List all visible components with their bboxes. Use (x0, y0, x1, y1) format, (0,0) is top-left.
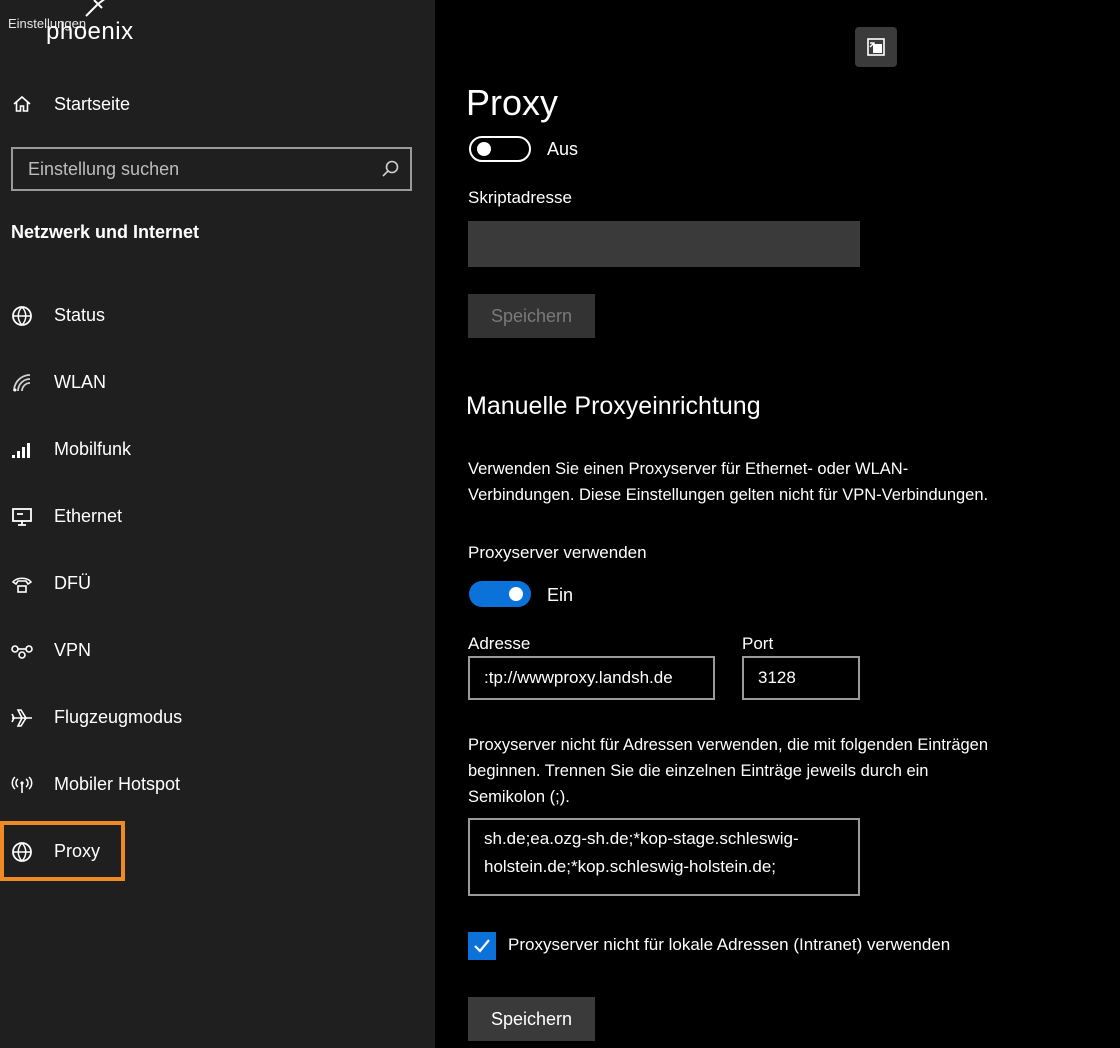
globe-status-icon (9, 303, 35, 329)
highlight-box (0, 821, 125, 881)
exceptions-description: Proxyserver nicht für Adressen verwenden… (468, 732, 988, 810)
window-restore-icon (867, 38, 885, 56)
save-script-button[interactable]: Speichern (468, 294, 595, 338)
sidebar-item-label: DFÜ (54, 573, 91, 593)
dialup-phone-icon (9, 571, 35, 597)
cellular-signal-icon (9, 437, 35, 463)
script-address-label: Skriptadresse (468, 188, 572, 207)
local-addresses-label: Proxyserver nicht für lokale Adressen (I… (508, 935, 951, 954)
sidebar-item-label: Ethernet (54, 506, 123, 526)
description-line: Verwenden Sie einen Proxyserver für Ethe… (468, 460, 909, 478)
sidebar-item-proxy[interactable]: Proxy (0, 818, 435, 885)
use-proxy-label: Proxyserver verwenden (468, 543, 647, 562)
use-proxy-toggle-label: Ein (547, 585, 574, 605)
description-line: Proxyserver nicht für Adressen verwenden… (468, 736, 989, 754)
wifi-icon (9, 370, 35, 396)
main-content: Proxy Aus Skriptadresse Speichern Manuel… (435, 0, 1120, 1048)
window-restore-button[interactable] (855, 27, 897, 67)
exceptions-text-line: sh.de;ea.ozg-sh.de;*kop-stage.schleswig- (484, 829, 799, 848)
sidebar-item-flugzeugmodus[interactable]: Flugzeugmodus (0, 684, 435, 751)
sidebar-item-mobiler-hotspot[interactable]: Mobiler Hotspot (0, 751, 435, 818)
toggle-knob (477, 142, 491, 156)
exceptions-text-line: holstein.de;*kop.schleswig-holstein.de; (484, 857, 777, 876)
description-line: Semikolon (;). (468, 788, 570, 806)
settings-search[interactable] (11, 147, 412, 191)
sidebar-item-label: Mobiler Hotspot (54, 774, 181, 794)
manual-proxy-heading: Manuelle Proxyeinrichtung (466, 392, 761, 420)
port-label: Port (742, 634, 774, 653)
vpn-icon (9, 638, 35, 664)
home-link[interactable]: Startseite (10, 90, 130, 118)
save-button[interactable]: Speichern (468, 997, 595, 1041)
sidebar-item-mobilfunk[interactable]: Mobilfunk (0, 416, 435, 483)
toggle-knob (509, 587, 523, 601)
ethernet-monitor-icon (9, 504, 35, 530)
nav-list: Status WLAN Mobilfunk Ethernet DFÜ VPN F… (0, 282, 435, 885)
sidebar-item-label: WLAN (54, 372, 107, 392)
port-input[interactable]: 3128 (742, 656, 860, 700)
hotspot-icon (9, 772, 35, 798)
auto-proxy-toggle[interactable] (469, 136, 531, 162)
auto-proxy-toggle-label: Aus (547, 139, 579, 159)
script-address-input[interactable] (468, 221, 860, 267)
sidebar-item-label: Mobilfunk (54, 439, 132, 459)
search-input[interactable] (28, 158, 368, 180)
description-line: beginnen. Trennen Sie die einzelnen Eint… (468, 762, 929, 780)
home-icon (10, 92, 34, 116)
home-label: Startseite (54, 93, 131, 114)
page-title: Proxy (466, 82, 559, 123)
sidebar-item-dfue[interactable]: DFÜ (0, 550, 435, 617)
sidebar-item-ethernet[interactable]: Ethernet (0, 483, 435, 550)
address-input[interactable]: :tp://wwwproxy.landsh.de (468, 656, 715, 700)
address-label: Adresse (468, 634, 531, 653)
description-line: Verbindungen. Diese Einstellungen gelten… (468, 486, 989, 504)
airplane-icon (9, 705, 35, 731)
sidebar-item-label: VPN (54, 640, 92, 660)
manual-proxy-description: Verwenden Sie einen Proxyserver für Ethe… (468, 456, 988, 508)
sidebar-item-wlan[interactable]: WLAN (0, 349, 435, 416)
checkmark-icon (474, 939, 490, 953)
sidebar-item-vpn[interactable]: VPN (0, 617, 435, 684)
sidebar-item-status[interactable]: Status (0, 282, 435, 349)
sidebar-item-label: Flugzeugmodus (54, 707, 183, 727)
sidebar-item-label: Status (54, 305, 106, 325)
local-addresses-checkbox[interactable] (468, 932, 496, 960)
exceptions-textarea[interactable]: sh.de;ea.ozg-sh.de;*kop-stage.schleswig-… (468, 818, 860, 896)
use-proxy-toggle[interactable] (469, 581, 531, 607)
watermark-logo-mark (85, 0, 105, 17)
section-title: Netzwerk und Internet (11, 222, 200, 242)
search-icon[interactable] (380, 159, 400, 179)
sidebar: Einstellungen phoenix Startseite Netzwer… (0, 0, 435, 1048)
